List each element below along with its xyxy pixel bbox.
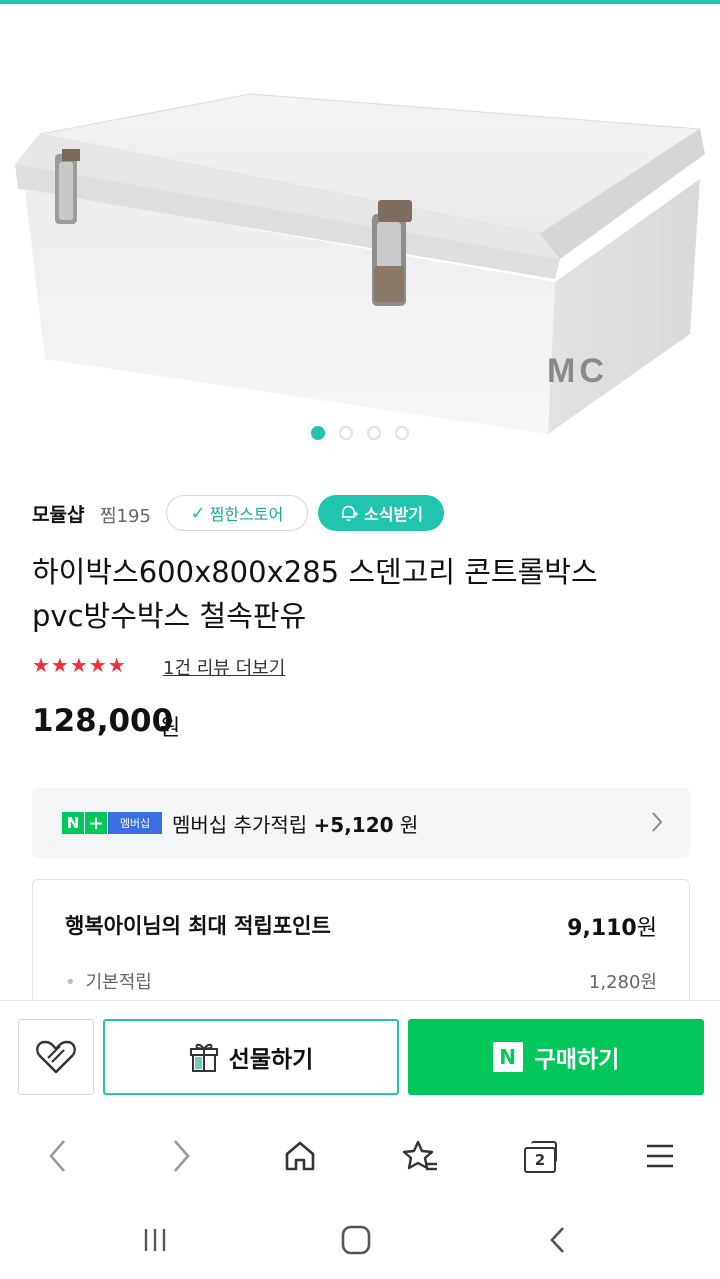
heart-icon: [36, 1040, 76, 1074]
points-max: 9,110원: [567, 910, 657, 942]
product-photo: MC: [15, 93, 705, 434]
bookmark-star-icon[interactable]: [398, 1134, 442, 1178]
menu-icon[interactable]: [638, 1134, 682, 1178]
membership-badge-label: 멤버십: [108, 812, 162, 834]
store-name[interactable]: 모듈샵: [32, 500, 84, 527]
rating-stars: ★★★★★: [32, 653, 127, 677]
membership-text: 멤버십 추가적립 +5,120 원: [172, 809, 418, 838]
tabs-icon[interactable]: 2: [518, 1134, 562, 1178]
points-basic-label-text: 기본적립: [85, 972, 152, 993]
subscribe-news-label: 소식받기: [364, 505, 423, 524]
product-title-line-1: 하이박스600x800x285 스덴고리 콘트롤박스: [32, 555, 598, 589]
product-title: 하이박스600x800x285 스덴고리 콘트롤박스 pvc방수박스 철속판유: [32, 550, 692, 638]
price-value: 128,000: [32, 703, 174, 739]
points-title: 행복아이님의 최대 적립포인트: [65, 914, 331, 938]
plus-icon: +: [84, 812, 107, 834]
system-back-icon[interactable]: [536, 1218, 580, 1262]
points-basic-value: 1,280원: [588, 972, 657, 993]
tab-count: 2: [524, 1147, 556, 1173]
membership-unit: 원: [399, 813, 419, 837]
back-icon[interactable]: [36, 1134, 80, 1178]
store-fav-count: 찜195: [100, 506, 151, 527]
buy-label: 구매하기: [534, 1047, 620, 1073]
buy-button[interactable]: N 구매하기: [408, 1019, 704, 1095]
carousel-dot-3[interactable]: [367, 426, 381, 440]
gift-label: 선물하기: [228, 1047, 314, 1073]
naver-pay-icon: N: [492, 1042, 523, 1072]
fav-store-label: 찜한스토어: [209, 505, 284, 524]
recent-apps-icon[interactable]: [133, 1218, 177, 1262]
membership-amount: +5,120: [313, 813, 394, 837]
gift-icon: [189, 1043, 218, 1072]
points-max-value: 9,110: [567, 916, 637, 941]
subscribe-news-button[interactable]: 소식받기: [318, 495, 444, 531]
action-bar: 선물하기 N 구매하기: [0, 1000, 720, 1113]
check-icon: ✓: [190, 502, 206, 524]
watermark-text: MC: [547, 352, 608, 390]
home-button-icon[interactable]: [334, 1218, 378, 1262]
bell-plus-icon: [342, 505, 359, 522]
forward-icon[interactable]: [159, 1134, 203, 1178]
product-title-line-2: pvc방수박스 철속판유: [32, 599, 307, 633]
wish-button[interactable]: [18, 1019, 94, 1095]
carousel-dot-4[interactable]: [395, 426, 409, 440]
product-image[interactable]: MC: [0, 4, 720, 460]
membership-label: 멤버십 추가적립: [172, 813, 308, 837]
review-link[interactable]: 1건 리뷰 더보기: [163, 654, 285, 680]
points-max-unit: 원: [636, 916, 657, 941]
fav-store-button[interactable]: ✓ 찜한스토어: [166, 495, 308, 531]
system-nav-bar: [0, 1200, 720, 1279]
bullet-icon: •: [65, 972, 76, 993]
carousel-dot-2[interactable]: [339, 426, 353, 440]
naver-n-icon: N: [62, 812, 84, 834]
gift-button[interactable]: 선물하기: [103, 1019, 399, 1095]
browser-nav-bar: 2: [0, 1112, 720, 1200]
points-basic-label: • 기본적립: [65, 968, 152, 994]
home-icon[interactable]: [278, 1134, 322, 1178]
points-box: 행복아이님의 최대 적립포인트 9,110원 • 기본적립 1,280원: [32, 879, 690, 1019]
naver-membership-badge: N + 멤버십: [62, 812, 162, 834]
membership-bar[interactable]: N + 멤버십 멤버십 추가적립 +5,120 원: [32, 788, 690, 858]
price-unit: 원: [160, 716, 181, 741]
chevron-right-icon: [650, 810, 664, 840]
carousel-dot-1[interactable]: [311, 426, 325, 440]
